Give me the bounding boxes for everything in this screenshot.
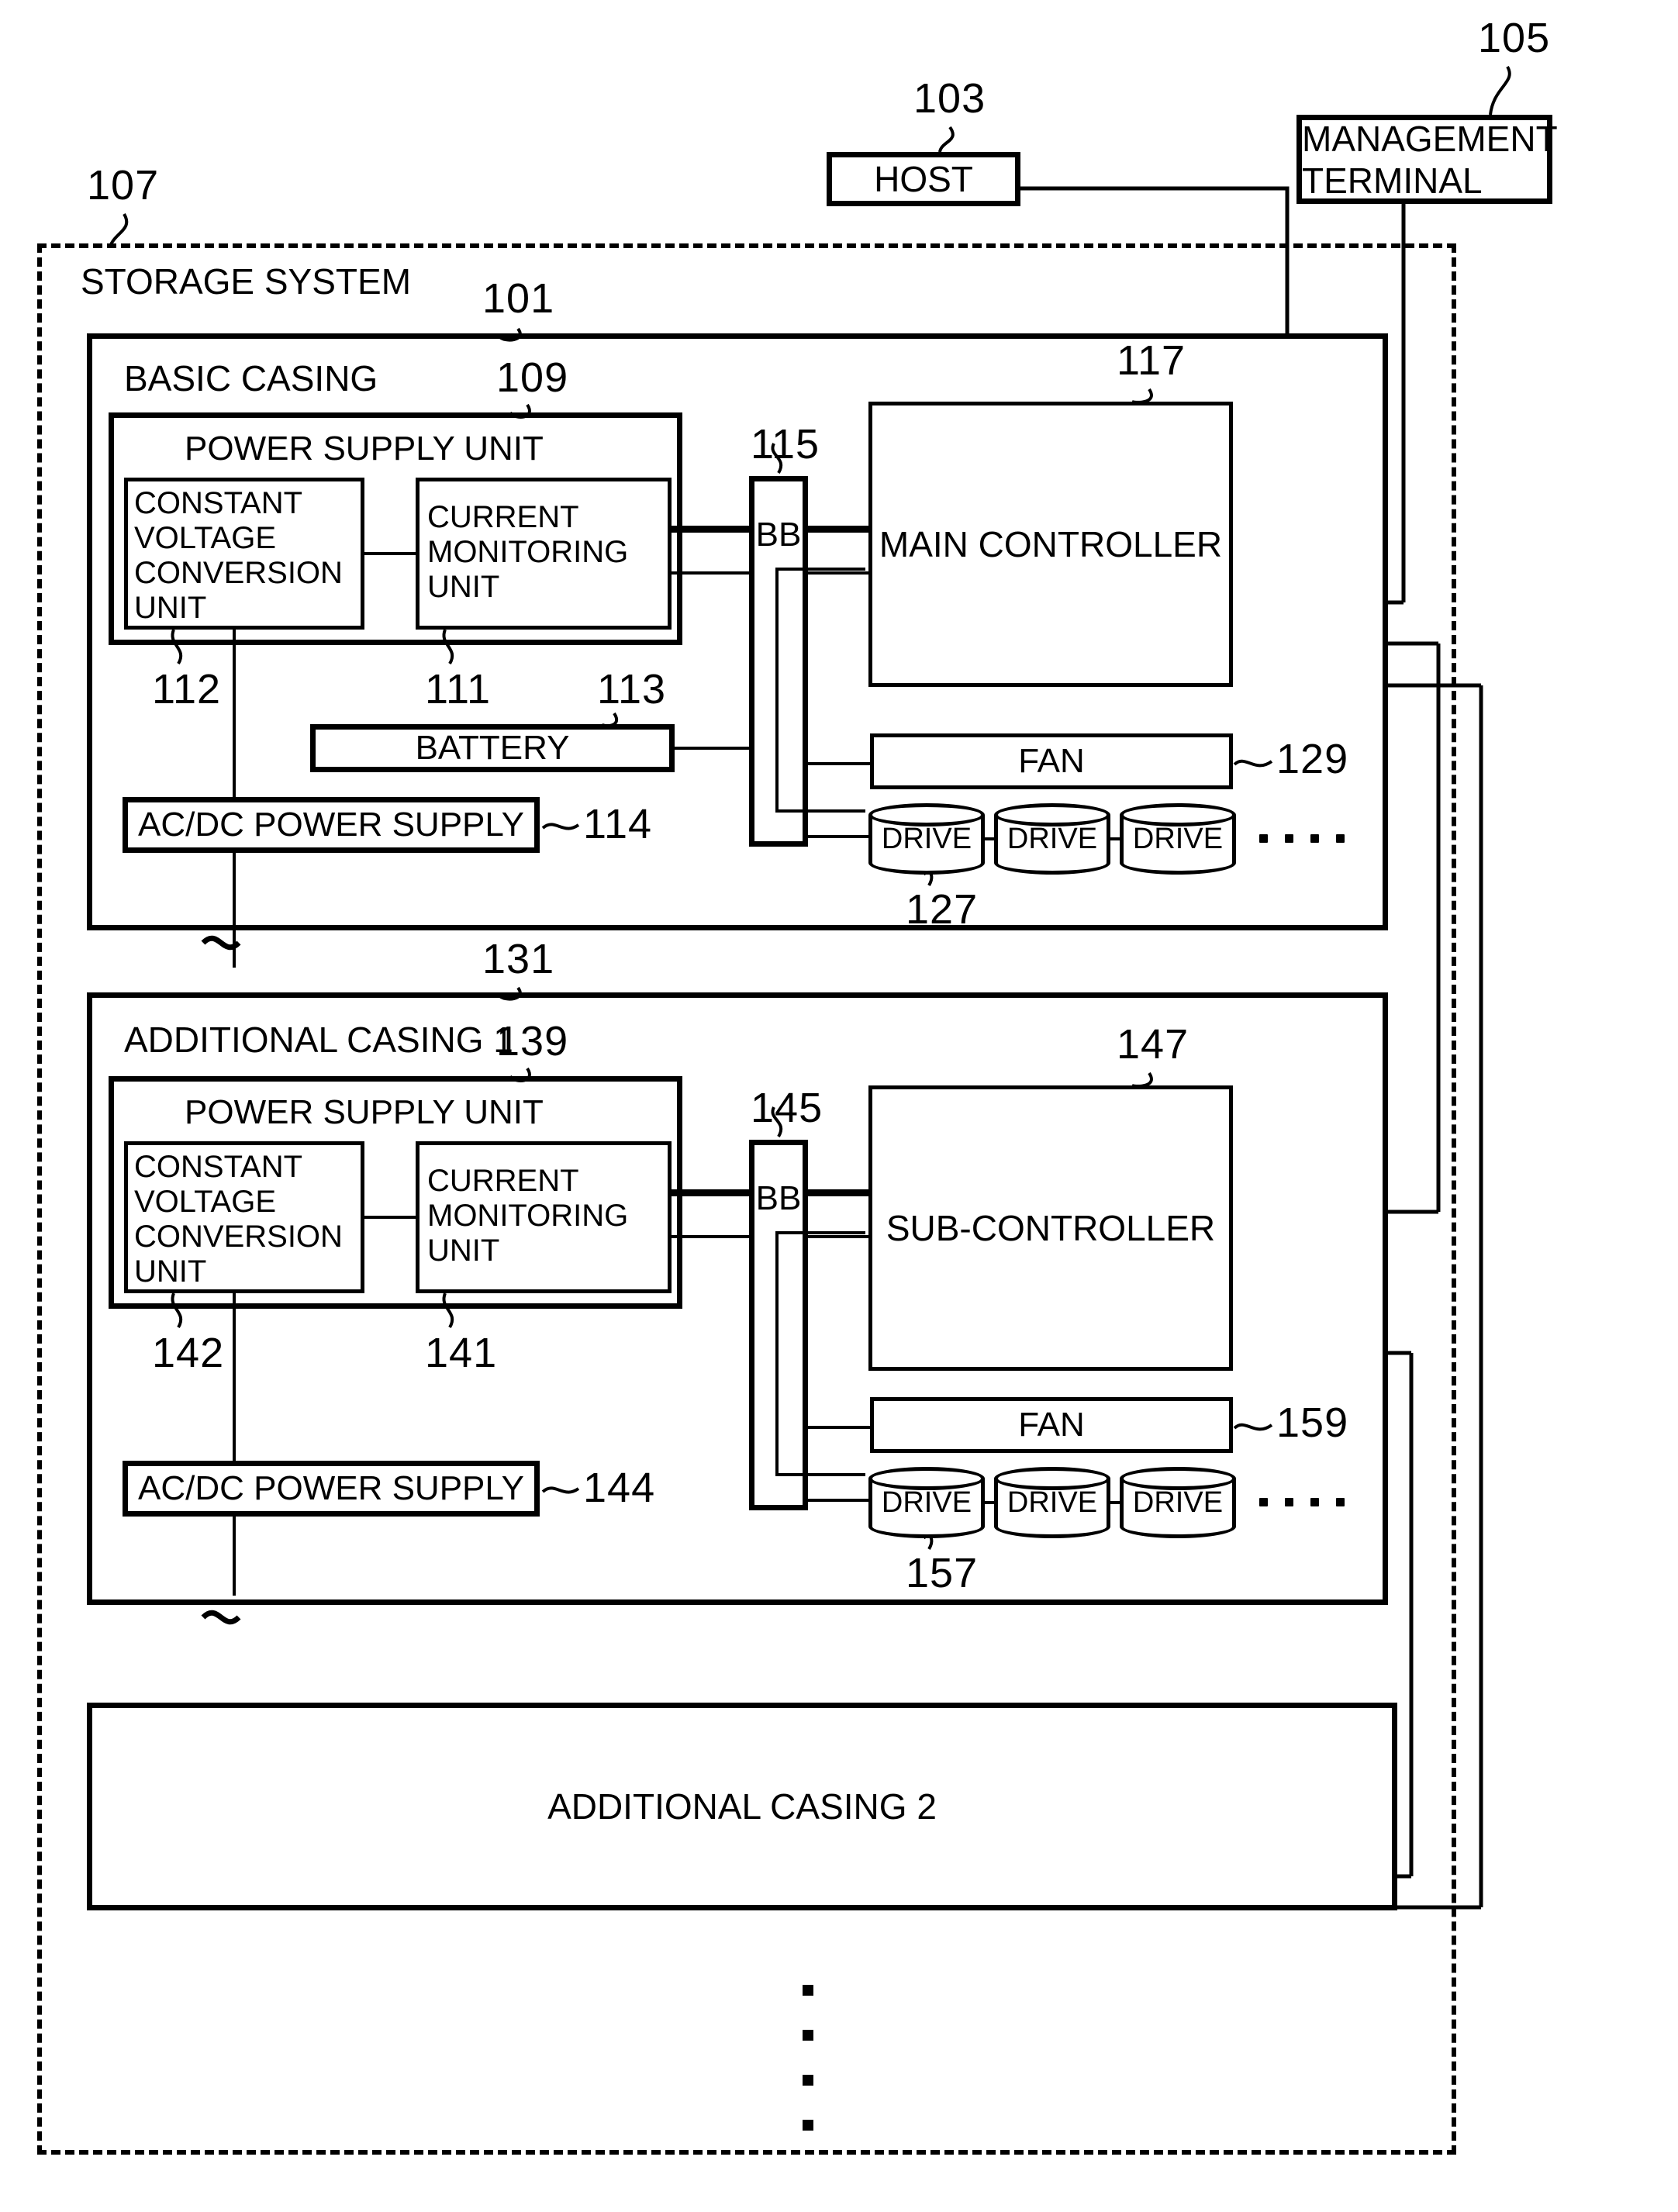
cvcu2-line4: UNIT <box>134 1254 207 1289</box>
basic-fan-box: FAN <box>870 733 1233 789</box>
basic-drive-3: DRIVE <box>1120 803 1236 875</box>
bb2-to-sub-controller-power <box>806 1189 870 1196</box>
cmu2-line3: UNIT <box>427 1234 500 1268</box>
bb2-inner-rail <box>775 1231 779 1476</box>
bb-to-fan <box>806 762 870 765</box>
ref-109: 109 <box>496 354 569 401</box>
ref-117: 117 <box>1117 337 1186 384</box>
bb-inner-rail-bottom <box>775 809 865 813</box>
bb-to-main-controller-power <box>806 526 870 533</box>
add1-drive-1: DRIVE <box>868 1467 985 1538</box>
cmu-line2: MONITORING <box>427 535 629 569</box>
drive-label: DRIVE <box>1006 822 1098 855</box>
drive-label: DRIVE <box>1006 1486 1098 1519</box>
drive-label: DRIVE <box>1132 1486 1224 1519</box>
ref-157: 157 <box>906 1550 979 1596</box>
drive-label: DRIVE <box>881 1486 972 1519</box>
management-terminal-box: MANAGEMENT TERMINAL <box>1296 115 1558 204</box>
basic-power-supply-unit-label: POWER SUPPLY UNIT <box>185 430 544 468</box>
add1-acdc-power-supply-box: AC/DC POWER SUPPLY <box>123 1461 540 1517</box>
basic-drive-2: DRIVE <box>994 803 1110 875</box>
ref-105: 105 <box>1478 15 1551 61</box>
bb2-inner-rail-top <box>775 1231 865 1234</box>
bb-to-main-controller-signal <box>806 571 870 575</box>
cmu-line1: CURRENT <box>427 500 579 534</box>
cvcu-line1: CONSTANT <box>134 486 303 520</box>
continuation-ellipsis <box>803 1985 813 2131</box>
add1-power-supply-unit-label: POWER SUPPLY UNIT <box>185 1093 544 1131</box>
ref-145: 145 <box>751 1085 823 1131</box>
cvcu2-line1: CONSTANT <box>134 1150 303 1184</box>
ref-107: 107 <box>87 162 160 209</box>
bb2-to-drive <box>806 1499 870 1502</box>
ref-131: 131 <box>482 936 555 982</box>
bus-cmu2-to-bb-power <box>670 1189 752 1196</box>
ref-141: 141 <box>425 1330 498 1376</box>
cmu-line3: UNIT <box>427 570 500 604</box>
cmu2-line2: MONITORING <box>427 1199 629 1233</box>
ref-114: 114 <box>583 801 653 847</box>
drive-label: DRIVE <box>881 822 972 855</box>
add1-fan-box: FAN <box>870 1397 1233 1453</box>
add1-current-monitoring-unit-box: CURRENT MONITORING UNIT <box>416 1141 672 1293</box>
ref-103: 103 <box>913 75 986 122</box>
cvcu2-line2: VOLTAGE <box>134 1185 277 1219</box>
bus-cmu2-to-bb-signal <box>670 1235 752 1238</box>
basic-current-monitoring-unit-box: CURRENT MONITORING UNIT <box>416 478 672 630</box>
link-cvcu2-cmu2 <box>363 1216 419 1219</box>
bb2-to-sub-controller-signal <box>806 1235 870 1238</box>
link-cvcu-cmu <box>363 552 419 555</box>
bb2-to-fan <box>806 1426 870 1429</box>
ref-113: 113 <box>597 666 667 713</box>
patent-figure: STORAGE SYSTEM 107 HOST 103 MANAGEMENT T… <box>0 0 1678 2212</box>
ref-115: 115 <box>751 421 820 468</box>
bb-inner-rail-top <box>775 568 865 571</box>
ref-144: 144 <box>583 1465 656 1511</box>
add1-drives-more-indicator <box>1259 1498 1345 1506</box>
bb2-inner-rail-bottom <box>775 1473 865 1476</box>
power-rail-add1 <box>233 1293 236 1596</box>
bb-inner-rail <box>775 568 779 813</box>
drive-label: DRIVE <box>1132 822 1224 855</box>
basic-constant-voltage-conversion-unit-box: CONSTANT VOLTAGE CONVERSION UNIT <box>124 478 364 630</box>
cvcu-line3: CONVERSION <box>134 556 343 590</box>
ref-159: 159 <box>1276 1399 1349 1446</box>
ref-127: 127 <box>906 886 979 933</box>
bus-cmu-to-bb-power <box>670 526 752 533</box>
ref-139: 139 <box>496 1018 569 1065</box>
ref-129: 129 <box>1276 736 1349 782</box>
basic-casing-label: BASIC CASING <box>124 358 378 399</box>
battery-box: BATTERY <box>310 724 675 772</box>
ref-111: 111 <box>425 666 492 713</box>
add1-drive-2: DRIVE <box>994 1467 1110 1538</box>
additional-casing-2-box: ADDITIONAL CASING 2 <box>87 1703 1397 1910</box>
ref-142: 142 <box>152 1330 225 1376</box>
basic-drives-more-indicator <box>1259 834 1345 843</box>
cvcu-line4: UNIT <box>134 591 207 625</box>
bus-cmu-to-bb-signal <box>670 571 752 575</box>
add1-backboard-box: BB <box>749 1140 808 1510</box>
basic-drive-1: DRIVE <box>868 803 985 875</box>
add1-constant-voltage-conversion-unit-box: CONSTANT VOLTAGE CONVERSION UNIT <box>124 1141 364 1293</box>
add1-drive-3: DRIVE <box>1120 1467 1236 1538</box>
bb-to-drive <box>806 835 870 838</box>
ref-147: 147 <box>1117 1021 1189 1068</box>
basic-backboard-box: BB <box>749 476 808 847</box>
cvcu2-line3: CONVERSION <box>134 1220 343 1254</box>
ref-101: 101 <box>482 275 555 322</box>
management-terminal-line2: TERMINAL <box>1302 160 1483 201</box>
additional-casing-1-label: ADDITIONAL CASING 1 <box>124 1020 513 1060</box>
acdc-power-supply-box: AC/DC POWER SUPPLY <box>123 797 540 853</box>
main-controller-box: MAIN CONTROLLER <box>868 402 1233 687</box>
link-battery-to-bb <box>673 747 752 750</box>
cmu2-line1: CURRENT <box>427 1164 579 1198</box>
storage-system-label: STORAGE SYSTEM <box>81 261 412 302</box>
host-box: HOST <box>827 152 1020 206</box>
power-rail-basic-exit <box>233 853 236 968</box>
sub-controller-box: SUB-CONTROLLER <box>868 1085 1233 1371</box>
ref-112: 112 <box>152 666 222 713</box>
management-terminal-line1: MANAGEMENT <box>1302 118 1558 159</box>
cvcu-line2: VOLTAGE <box>134 521 277 555</box>
